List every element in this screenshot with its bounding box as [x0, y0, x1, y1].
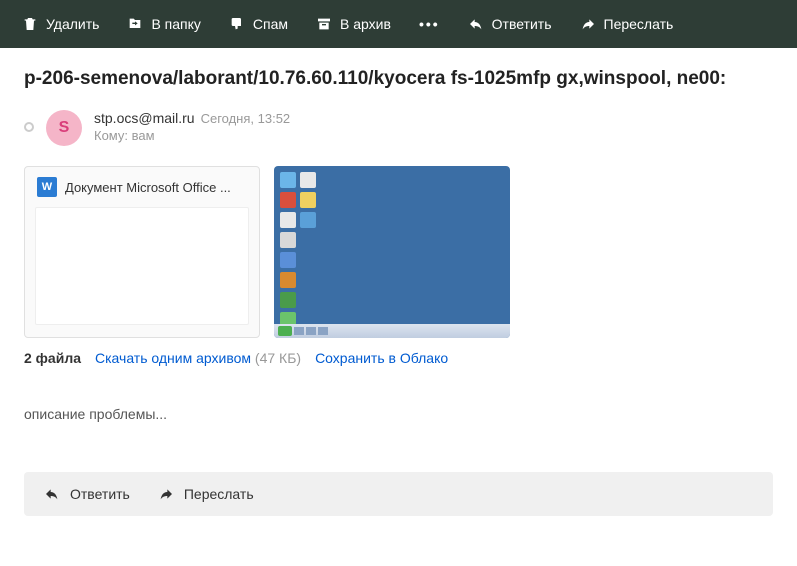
folder-label: В папку	[151, 16, 200, 32]
reply-label-bottom: Ответить	[70, 486, 130, 502]
reply-icon	[44, 486, 60, 502]
download-archive-link[interactable]: Скачать одним архивом (47 КБ)	[95, 350, 301, 366]
reply-bar: Ответить Переслать	[24, 472, 773, 516]
reply-label-top: Ответить	[492, 16, 552, 32]
email-subject: p-206-semenova/laborant/10.76.60.110/kyo…	[24, 68, 773, 90]
recipient-value: вам	[132, 128, 155, 143]
reply-button-bottom[interactable]: Ответить	[44, 486, 130, 502]
attachment-document[interactable]: W Документ Microsoft Office ...	[24, 166, 260, 338]
forward-label-bottom: Переслать	[184, 486, 254, 502]
spam-button[interactable]: Спам	[217, 8, 300, 40]
archive-button[interactable]: В архив	[304, 8, 403, 40]
taskbar-preview	[274, 324, 510, 338]
recipient-line: Кому: вам	[94, 128, 290, 143]
delete-label: Удалить	[46, 16, 99, 32]
sender-avatar[interactable]: S	[46, 110, 82, 146]
attachments-footer: 2 файла Скачать одним архивом (47 КБ) Со…	[24, 350, 773, 366]
forward-icon	[580, 16, 596, 32]
download-label: Скачать одним архивом	[95, 350, 251, 366]
top-toolbar: Удалить В папку Спам В архив ••• Ответит…	[0, 0, 797, 48]
forward-button-bottom[interactable]: Переслать	[158, 486, 254, 502]
desktop-icons-preview	[280, 172, 316, 328]
more-button[interactable]: •••	[407, 8, 452, 40]
thumbs-down-icon	[229, 16, 245, 32]
attachment-name: Документ Microsoft Office ...	[65, 180, 247, 195]
read-status-dot[interactable]	[24, 122, 34, 132]
reply-button-top[interactable]: Ответить	[456, 8, 564, 40]
email-body: описание проблемы...	[24, 406, 773, 422]
email-content: p-206-semenova/laborant/10.76.60.110/kyo…	[0, 48, 797, 536]
forward-button-top[interactable]: Переслать	[568, 8, 686, 40]
forward-label-top: Переслать	[604, 16, 674, 32]
save-to-cloud-link[interactable]: Сохранить в Облако	[315, 350, 448, 366]
archive-icon	[316, 16, 332, 32]
email-header: S stp.ocs@mail.ru Сегодня, 13:52 Кому: в…	[24, 110, 773, 146]
attachments-row: W Документ Microsoft Office ...	[24, 166, 773, 338]
folder-icon	[127, 16, 143, 32]
sender-email[interactable]: stp.ocs@mail.ru	[94, 110, 195, 126]
files-count: 2 файла	[24, 350, 81, 366]
recipient-label: Кому:	[94, 128, 128, 143]
archive-label: В архив	[340, 16, 391, 32]
attachment-screenshot[interactable]	[274, 166, 510, 338]
reply-icon	[468, 16, 484, 32]
word-doc-icon: W	[37, 177, 57, 197]
trash-icon	[22, 16, 38, 32]
spam-label: Спам	[253, 16, 288, 32]
sender-date: Сегодня, 13:52	[201, 111, 291, 126]
forward-icon	[158, 486, 174, 502]
delete-button[interactable]: Удалить	[10, 8, 111, 40]
document-preview	[35, 207, 249, 325]
download-size: (47 КБ)	[255, 350, 301, 366]
move-to-folder-button[interactable]: В папку	[115, 8, 212, 40]
sender-info: stp.ocs@mail.ru Сегодня, 13:52 Кому: вам	[94, 110, 290, 143]
